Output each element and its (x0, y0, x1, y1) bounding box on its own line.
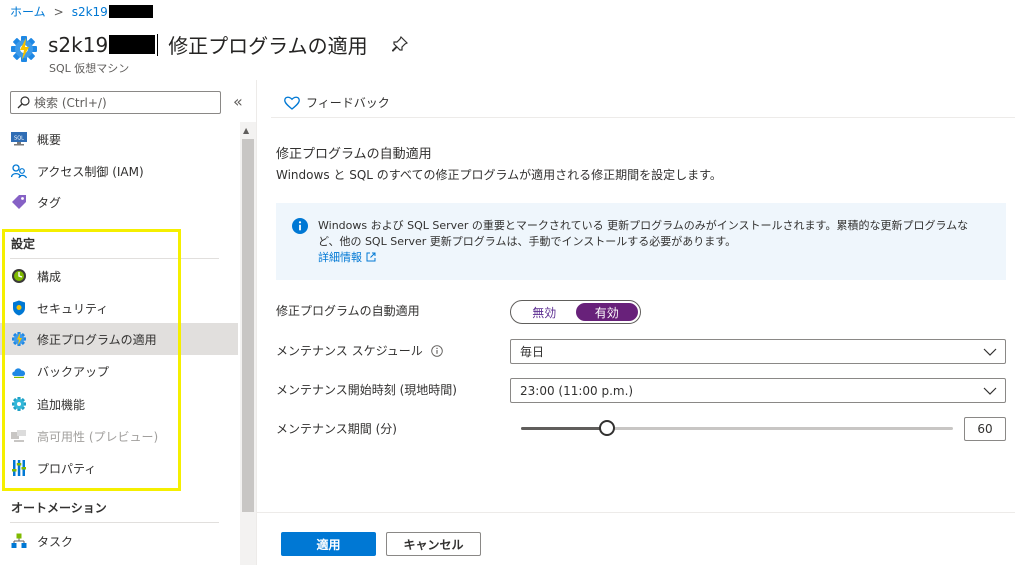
section-title: 修正プログラムの自動適用 (276, 147, 432, 162)
search-placeholder: 検索 (Ctrl+/) (34, 96, 107, 110)
yellow-highlight-box (2, 229, 181, 491)
title-blade-name: 修正プログラムの適用 (168, 34, 368, 58)
redaction-block (109, 35, 156, 54)
sidebar-scrollbar-thumb[interactable] (242, 139, 254, 512)
section-divider (10, 522, 219, 523)
tasks-icon (11, 533, 27, 549)
breadcrumb-home-link[interactable]: ホーム (10, 3, 46, 20)
duration-slider-thumb[interactable] (599, 420, 615, 436)
tag-icon (11, 194, 27, 210)
sql-overview-icon: SQL (11, 131, 27, 147)
section-description: Windows と SQL のすべての修正プログラムが適用される修正期間を設定し… (276, 168, 722, 182)
maintenance-schedule-dropdown[interactable]: 毎日 (510, 339, 1006, 364)
sidebar-item-iam[interactable]: アクセス制御 (IAM) (0, 155, 238, 187)
maintenance-start-dropdown[interactable]: 23:00 (11:00 p.m.) (510, 378, 1006, 403)
svg-text:SQL: SQL (14, 136, 24, 142)
learn-more-link[interactable]: 詳細情報 (318, 251, 362, 264)
maintenance-schedule-label: メンテナンス スケジュール (276, 342, 443, 359)
blade-divider (256, 80, 257, 565)
scroll-up-arrow-icon[interactable]: ▲ (243, 126, 249, 135)
feedback-label: フィードバック (306, 96, 390, 110)
page-title: s2k19 修正プログラムの適用 (48, 30, 368, 59)
sidebar-item-tasks[interactable]: タスク (0, 525, 238, 557)
apply-button[interactable]: 適用 (281, 532, 376, 556)
sidebar-item-label: タグ (37, 195, 62, 210)
page-subtitle: SQL 仮想マシン (49, 62, 130, 75)
dropdown-value: 23:00 (11:00 p.m.) (520, 383, 634, 398)
chevron-down-icon (983, 348, 997, 356)
auto-patching-toggle[interactable]: 無効 有効 (510, 300, 641, 324)
breadcrumb-resource-link[interactable]: s2k19 (72, 5, 108, 19)
info-icon (292, 218, 308, 234)
title-resource-name: s2k19 (48, 32, 109, 57)
maintenance-schedule-text: メンテナンス スケジュール (276, 344, 423, 358)
chevron-down-icon (983, 387, 997, 395)
command-bar-divider (271, 117, 1015, 118)
duration-slider-fill (521, 427, 607, 430)
sidebar-item-tags[interactable]: タグ (0, 186, 238, 218)
title-cursor (157, 33, 159, 56)
toggle-option-off[interactable]: 無効 (513, 303, 576, 321)
redaction-block (108, 5, 153, 18)
search-input[interactable]: 検索 (Ctrl+/) (10, 91, 221, 114)
info-message: Windows および SQL Server の重要とマークされている 更新プロ… (318, 219, 969, 248)
external-link-icon[interactable] (366, 252, 376, 262)
maintenance-duration-label: メンテナンス期間 (分) (276, 422, 397, 436)
dropdown-value: 毎日 (520, 345, 545, 359)
pin-icon[interactable] (392, 36, 408, 52)
heart-icon (284, 96, 300, 110)
sidebar-item-label: 概要 (37, 132, 62, 147)
footer-divider (257, 512, 1015, 513)
feedback-button[interactable]: フィードバック (284, 94, 390, 111)
info-banner-text: Windows および SQL Server の重要とマークされている 更新プロ… (318, 218, 978, 266)
sidebar-item-overview[interactable]: SQL 概要 (0, 123, 238, 155)
sidebar-item-label: タスク (37, 534, 74, 549)
cancel-button[interactable]: キャンセル (386, 532, 481, 556)
toggle-option-on[interactable]: 有効 (575, 303, 638, 321)
duration-value-input[interactable]: 60 (964, 417, 1006, 441)
gear-icon (11, 36, 37, 62)
search-icon (17, 96, 30, 109)
auto-patching-label: 修正プログラムの自動適用 (276, 304, 420, 318)
collapse-sidebar-button[interactable]: « (233, 92, 243, 111)
sidebar-item-label: アクセス制御 (IAM) (37, 164, 144, 179)
breadcrumb: ホーム > s2k19 (10, 3, 153, 20)
breadcrumb-separator: > (53, 4, 64, 19)
info-tooltip-icon[interactable] (430, 344, 443, 357)
maintenance-start-label: メンテナンス開始時刻 (現地時間) (276, 383, 457, 397)
people-icon (11, 163, 27, 179)
automation-section-header: オートメーション (11, 501, 107, 515)
